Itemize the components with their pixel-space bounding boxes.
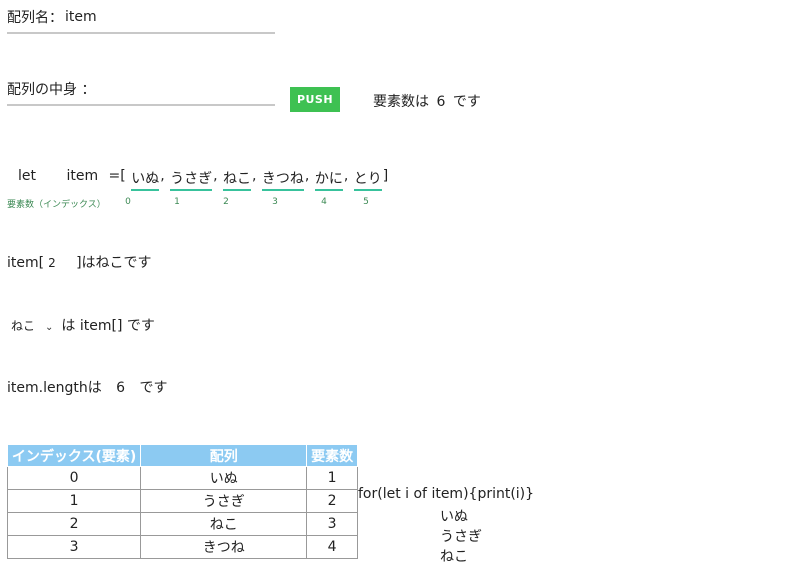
decl-let: let <box>18 168 36 184</box>
array-item: ねこ <box>223 168 252 191</box>
index-row: 要素数（インデックス） 0 1 2 3 4 5 <box>7 197 407 211</box>
decl-comma: , <box>304 168 310 184</box>
table-cell: ねこ <box>140 512 308 536</box>
table-cell: 3 <box>6 535 142 559</box>
index-number: 3 <box>272 197 278 207</box>
table-row: 3 きつね 4 <box>6 535 358 559</box>
contents-input[interactable] <box>7 78 275 106</box>
table-cell: 2 <box>306 489 358 513</box>
table-header-array: 配列 <box>140 444 308 467</box>
table-cell: 2 <box>6 512 142 536</box>
array-declaration: let item =[ いぬ, うさぎ, ねこ, きつね, かに, とり] <box>18 168 388 198</box>
table-cell: いぬ <box>140 466 308 490</box>
decl-comma: , <box>252 168 257 184</box>
chevron-down-icon: ⌄ <box>45 322 54 333</box>
length-value: 6 <box>116 380 126 396</box>
decl-eq: =[ <box>108 168 126 184</box>
length-suffix: です <box>139 380 168 396</box>
table-cell: 1 <box>6 489 142 513</box>
count-text: 要素数は 6 です <box>373 91 481 111</box>
index-number: 2 <box>223 197 229 207</box>
index-access-row: item[ ]はねこです <box>7 252 152 272</box>
count-suffix: です <box>452 94 481 110</box>
table-header-index: インデックス(要素) <box>6 444 142 467</box>
loop-output-item: うさぎ <box>440 529 482 545</box>
length-row: item.lengthは 6 です <box>7 377 168 397</box>
array-item: とり <box>353 168 382 191</box>
item-select-value: ねこ <box>11 319 36 333</box>
table-cell: 0 <box>6 466 142 490</box>
array-item: いぬ <box>131 168 160 191</box>
index-number: 0 <box>125 197 131 207</box>
count-value: 6 <box>436 94 446 110</box>
decl-comma: , <box>213 168 218 184</box>
loop-code: for(let i of item){print(i)} <box>358 486 535 502</box>
select-row: ねこ ⌄ は item[] です <box>7 315 155 335</box>
index-input[interactable] <box>44 256 77 270</box>
loop-output: いぬ うさぎ ねこ <box>440 507 482 562</box>
table-cell: 3 <box>306 512 358 536</box>
array-item: きつね <box>261 168 304 191</box>
decl-comma: , <box>160 168 165 184</box>
array-name-input[interactable] <box>7 6 275 34</box>
table-row: 0 いぬ 1 <box>6 466 358 490</box>
select-suffix: は item[] です <box>61 318 155 334</box>
index-number: 5 <box>363 197 369 207</box>
index-number: 4 <box>321 197 327 207</box>
index-number: 1 <box>174 197 180 207</box>
push-button[interactable]: PUSH <box>290 87 340 112</box>
count-prefix: 要素数は <box>373 94 429 110</box>
index-caption: 要素数（インデックス） <box>7 200 106 210</box>
decl-name: item <box>66 168 99 184</box>
table-cell: 4 <box>306 535 358 559</box>
table-row: 2 ねこ 3 <box>6 512 358 536</box>
decl-comma: , <box>343 168 349 184</box>
loop-output-item: ねこ <box>440 549 468 562</box>
table-header-count: 要素数 <box>306 444 358 467</box>
access-suffix: ]はねこです <box>76 255 152 271</box>
array-item: うさぎ <box>170 168 213 191</box>
table-header-row: インデックス(要素) 配列 要素数 <box>6 444 358 467</box>
array-item: かに <box>314 168 343 191</box>
length-prefix: item.lengthは <box>7 380 102 396</box>
table-row: 1 うさぎ 2 <box>6 489 358 513</box>
table-cell: 1 <box>306 466 358 490</box>
page-root: 配列名： 配列の中身 ： PUSH 要素数は 6 です let item =[ … <box>0 0 800 562</box>
table-cell: うさぎ <box>140 489 308 513</box>
access-prefix: item[ <box>7 255 45 271</box>
decl-close: ] <box>382 168 389 184</box>
item-select[interactable]: ねこ ⌄ <box>7 317 57 334</box>
loop-output-item: いぬ <box>440 509 468 525</box>
table-cell: きつね <box>140 535 308 559</box>
array-table: インデックス(要素) 配列 要素数 0 いぬ 1 1 うさぎ 2 2 ねこ 3 <box>6 444 358 559</box>
